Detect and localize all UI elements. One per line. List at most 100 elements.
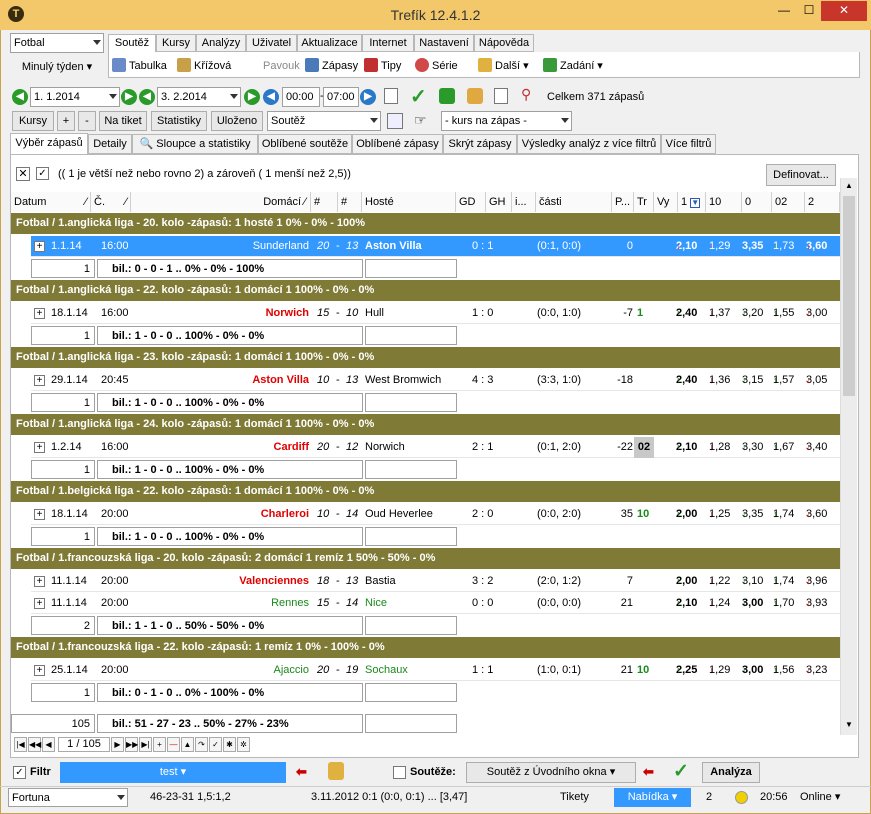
menu-aktualizace[interactable]: Aktualizace [297, 34, 362, 52]
left-arrow-2-icon[interactable]: ⬅ [643, 764, 654, 780]
magnifier-icon[interactable]: ⚲ [521, 86, 531, 103]
col-i[interactable]: i... [512, 192, 536, 212]
sport-select[interactable]: Fotbal [10, 33, 104, 53]
calendar-icon[interactable] [384, 88, 398, 104]
ulozeno-button[interactable]: Uloženo [211, 111, 263, 131]
left-arrow-icon[interactable]: ⬅ [296, 764, 307, 780]
minimize-button[interactable]: — [771, 1, 797, 21]
time-next-icon[interactable]: ▶ [360, 89, 376, 105]
expand-icon[interactable]: + [34, 509, 45, 520]
table-row[interactable]: +1.1.14 16:00 Sunderland 20-13 Aston Villa 0 … [31, 236, 840, 257]
menu-analyzy[interactable]: Analýzy [196, 34, 246, 52]
export-icon[interactable] [387, 113, 403, 129]
col-domaci[interactable]: Domácí ⁄ [131, 192, 311, 212]
nav-undo-icon[interactable]: ↷ [195, 737, 208, 752]
expand-icon[interactable]: + [34, 241, 45, 252]
tool-zapasy[interactable]: Zápasy [305, 58, 358, 74]
table-row[interactable]: +25.1.14 20:00 Ajaccio 20-19 Sochaux 1 : 1 (1:… [31, 660, 840, 681]
user-filter-icon[interactable] [328, 762, 344, 780]
date-to[interactable]: 3. 2.2014 [157, 87, 241, 107]
nav-refresh-icon[interactable]: ✓ [209, 737, 222, 752]
nav-edit-icon[interactable]: ▲ [181, 737, 194, 752]
table-row[interactable]: +18.1.14 20:00 Charleroi 10-14 Oud Heverlee 2… [31, 504, 840, 525]
time-to[interactable]: 07:00 [323, 87, 359, 107]
table-row[interactable]: +29.1.14 20:45 Aston Villa 10-13 West Bromwi… [31, 370, 840, 391]
soutez-source-select[interactable]: Soutěž z Úvodního okna ▾ [466, 762, 636, 783]
scroll-thumb[interactable] [843, 196, 855, 396]
col-odd-2[interactable]: 2 [805, 192, 840, 212]
nabidka-select[interactable]: Nabídka ▾ [614, 788, 691, 807]
soutez-select[interactable]: Soutěž [267, 111, 381, 131]
nav-asterisk-icon[interactable]: ✲ [237, 737, 250, 752]
col-casti[interactable]: části [536, 192, 612, 212]
col-datum[interactable]: Datum ⁄ [11, 192, 91, 212]
col-odd-1[interactable]: 1 ▼ [678, 192, 706, 212]
tool-dalsi[interactable]: Další ▾ [478, 58, 529, 74]
col-gh[interactable]: GH [486, 192, 512, 212]
tab-detaily[interactable]: Detaily [88, 134, 132, 154]
col-hoste[interactable]: Hosté [362, 192, 456, 212]
period-select[interactable]: Minulý týden ▾ [10, 57, 104, 77]
menu-nastaveni[interactable]: Nastavení [414, 34, 474, 52]
col-odd-02[interactable]: 02 [772, 192, 805, 212]
filter-checkbox[interactable]: ✓ [36, 167, 49, 180]
tab-vice-filtru[interactable]: Více filtrů [661, 134, 716, 154]
expand-icon[interactable]: + [34, 308, 45, 319]
tab-skryt-zapasy[interactable]: Skrýt zápasy [443, 134, 517, 154]
tikety-link[interactable]: Tikety [560, 788, 589, 807]
col-cislo[interactable]: Č. ⁄ [91, 192, 131, 212]
nav-star-icon[interactable]: ✱ [223, 737, 236, 752]
tool-krizova[interactable]: Křížová [177, 58, 231, 74]
next-date-icon[interactable]: ▶ [121, 89, 137, 105]
col-gd[interactable]: GD [456, 192, 486, 212]
clear-filter-icon[interactable]: ✕ [16, 167, 30, 181]
nav-next-icon[interactable]: ▶ [111, 737, 124, 752]
maximize-button[interactable]: ☐ [797, 1, 821, 21]
analyza-button[interactable]: Analýza [702, 762, 760, 783]
table-row[interactable]: +11.1.14 20:00 Rennes 15-14 Nice 0 : 0 (0:0, 0… [31, 593, 840, 614]
bookmaker-select[interactable]: Fortuna [8, 788, 128, 807]
kursy-button[interactable]: Kursy [12, 111, 54, 131]
statistiky-button[interactable]: Statistiky [151, 111, 207, 131]
col-odd-10[interactable]: 10 [706, 192, 742, 212]
filtr-checkbox[interactable]: ✓ [13, 766, 26, 779]
check-icon[interactable]: ✓ [673, 760, 689, 783]
menu-internet[interactable]: Internet [362, 34, 414, 52]
tool-tipy[interactable]: Tipy [364, 58, 401, 74]
tab-oblibene-souteze[interactable]: Oblíbené soutěže [258, 134, 352, 154]
souteze-checkbox[interactable] [393, 766, 406, 779]
close-button[interactable]: ✕ [821, 1, 867, 21]
na-tiket-button[interactable]: Na tiket [99, 111, 147, 131]
table-row[interactable]: +11.1.14 20:00 Valenciennes 18-13 Bastia 3 : … [31, 571, 840, 592]
table-row[interactable]: +1.2.14 16:00 Cardiff 20-12 Norwich 2 : 1 (0:1… [31, 437, 840, 458]
tool-zadani[interactable]: Zadání ▾ [543, 58, 603, 74]
excel-icon[interactable] [439, 88, 455, 104]
nav-prev-icon[interactable]: ◀ [42, 737, 55, 752]
report-icon[interactable] [494, 88, 508, 104]
date-from[interactable]: 1. 1.2014 [30, 87, 120, 107]
tab-vysledky-analyz[interactable]: Výsledky analýz z více filtrů [517, 134, 661, 154]
minus-button[interactable]: - [78, 111, 96, 131]
expand-icon[interactable]: + [34, 576, 45, 587]
nav-next-page-icon[interactable]: ▶▶ [125, 737, 138, 752]
filter-select[interactable]: test ▾ [60, 762, 286, 783]
time-from[interactable]: 00:00 [282, 87, 320, 107]
nav-last-icon[interactable]: ▶| [139, 737, 152, 752]
col-vy[interactable]: Vy [654, 192, 678, 212]
expand-icon[interactable]: + [34, 598, 45, 609]
col-hash1[interactable]: # [311, 192, 338, 212]
nav-add-icon[interactable]: + [153, 737, 166, 752]
col-p[interactable]: P... [612, 192, 634, 212]
kurs-select[interactable]: - kurs na zápas - [441, 111, 572, 131]
tool-pavouk[interactable]: Pavouk [263, 58, 300, 74]
menu-kursy[interactable]: Kursy [156, 34, 196, 52]
scroll-up-icon[interactable]: ▲ [842, 179, 856, 193]
prev-date-icon[interactable]: ◀ [12, 89, 28, 105]
menu-uzivatel[interactable]: Uživatel [246, 34, 297, 52]
tab-sloupce[interactable]: 🔍 Sloupce a statistiky [132, 134, 258, 154]
expand-icon[interactable]: + [34, 665, 45, 676]
users-icon[interactable] [467, 88, 483, 104]
confirm-check-icon[interactable]: ✓ [410, 84, 427, 109]
vertical-scrollbar[interactable]: ▲ ▼ [840, 178, 857, 735]
expand-icon[interactable]: + [34, 442, 45, 453]
